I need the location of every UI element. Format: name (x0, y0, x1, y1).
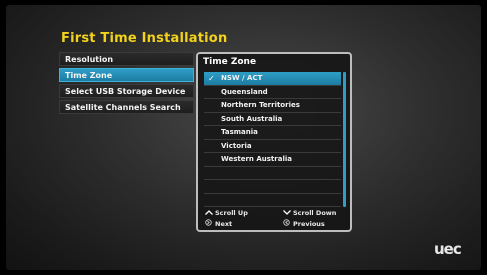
previous-icon (282, 219, 291, 228)
list-item[interactable] (204, 194, 341, 207)
hint-scroll-up: Scroll Up (204, 209, 248, 217)
next-icon (204, 219, 213, 228)
list-item[interactable]: Victoria (204, 140, 341, 153)
menu-item-time-zone[interactable]: Time Zone (59, 68, 194, 82)
hint-next-label: Next (215, 220, 233, 228)
hint-scroll-down-label: Scroll Down (293, 209, 337, 217)
list-item[interactable]: Tasmania (204, 126, 341, 140)
list-item[interactable]: ✓ NSW / ACT (204, 72, 341, 86)
list-item[interactable]: Western Australia (204, 153, 341, 167)
list-item-label: Tasmania (221, 128, 258, 136)
list-item-label: Northern Territories (221, 101, 300, 109)
list-item[interactable] (204, 167, 341, 180)
list-item[interactable] (204, 180, 341, 194)
menu-item-usb-storage[interactable]: Select USB Storage Device (59, 84, 194, 98)
hint-previous-label: Previous (293, 220, 325, 228)
menu-item-satellite-search[interactable]: Satellite Channels Search (59, 100, 194, 114)
scrollbar[interactable] (343, 72, 346, 207)
list-item[interactable]: South Australia (204, 113, 341, 126)
chevron-down-icon (282, 209, 291, 217)
tv-screen: First Time Installation Resolution Time … (6, 5, 481, 270)
chevron-up-icon (204, 209, 213, 217)
list-item-label: Western Australia (221, 155, 292, 163)
list-item[interactable]: Northern Territories (204, 99, 341, 113)
hint-previous: Previous (282, 219, 325, 228)
list-item-label: NSW / ACT (221, 74, 263, 82)
list-item-label: South Australia (221, 114, 283, 123)
hint-next: Next (204, 219, 232, 228)
list-item-label: Queensland (221, 87, 268, 96)
menu-item-resolution[interactable]: Resolution (59, 52, 194, 66)
hint-scroll-up-label: Scroll Up (215, 209, 248, 217)
panel-title: Time Zone (203, 57, 257, 67)
time-zone-list: ✓ NSW / ACT Queensland Northern Territor… (204, 72, 341, 207)
page-title: First Time Installation (61, 31, 228, 46)
check-icon: ✓ (208, 74, 215, 83)
installation-menu: Resolution Time Zone Select USB Storage … (59, 52, 194, 116)
list-item-label: Victoria (221, 141, 252, 150)
list-item[interactable]: Queensland (204, 86, 341, 99)
time-zone-panel: Time Zone ✓ NSW / ACT Queensland Norther… (196, 52, 352, 232)
hint-scroll-down: Scroll Down (282, 209, 336, 217)
brand-logo: uec (434, 240, 462, 258)
